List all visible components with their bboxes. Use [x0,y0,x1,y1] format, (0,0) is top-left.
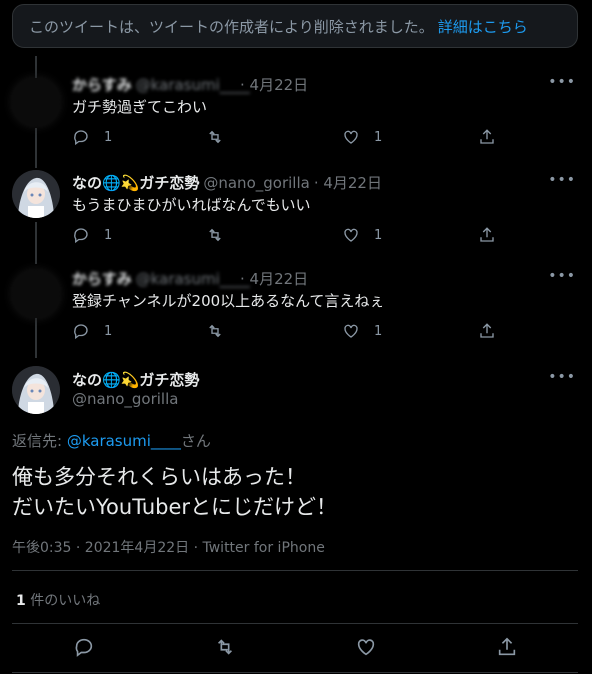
retweet-button[interactable] [214,636,236,662]
user-handle[interactable]: @nano_gorilla [203,174,309,192]
avatar[interactable] [12,366,60,414]
like-icon [357,639,375,656]
reply-mention-link[interactable]: @karasumi____ [67,432,181,450]
thread-line [35,318,37,358]
like-icon [344,324,358,338]
user-name[interactable]: なの🌐💫ガチ恋勢 [72,172,199,193]
more-icon[interactable]: ••• [548,172,576,188]
retweet-button[interactable] [206,226,224,244]
reply-button[interactable]: 1 [72,226,112,244]
user-name[interactable]: からすみ [72,74,132,95]
share-button[interactable] [478,226,496,244]
retweet-icon [217,639,233,655]
main-tweet-actions [0,636,592,660]
like-button[interactable]: 1 [342,226,382,244]
share-button[interactable] [478,322,496,340]
share-button[interactable] [478,128,496,146]
learn-more-link[interactable]: 詳細はこちら [438,16,528,37]
share-icon [498,637,516,656]
retweet-button[interactable] [206,128,224,146]
share-button[interactable] [496,636,518,662]
likes-label: 件のいいね [25,593,101,609]
user-handle[interactable]: @karasumi____ [136,270,250,288]
more-icon[interactable]: ••• [548,268,576,284]
retweet-icon [209,228,221,242]
reply-icon [74,130,88,146]
thread-line [35,56,37,78]
tweet-meta[interactable]: 午後0:35 · 2021年4月22日 · Twitter for iPhone [12,537,325,557]
user-handle[interactable]: @nano_gorilla [72,390,178,408]
more-icon[interactable]: ••• [548,369,576,385]
share-icon [480,227,494,242]
main-tweet-line1: 俺も多分それくらいはあった！ [12,465,306,489]
reply-button[interactable] [73,636,95,662]
user-name[interactable]: なの🌐💫ガチ恋勢 [72,369,199,390]
retweet-icon [209,324,221,338]
reply-button[interactable]: 1 [72,322,112,340]
avatar[interactable] [12,78,60,126]
retweet-button[interactable] [206,322,224,340]
tweet-text: ガチ勢過ぎてこわい [72,98,208,116]
like-button[interactable]: 1 [342,128,382,146]
like-count: 1 [374,323,383,339]
reply-count: 1 [104,227,113,243]
reply-button[interactable]: 1 [72,128,112,146]
like-count: 1 [374,227,383,243]
like-icon [344,228,358,242]
avatar-image [12,366,60,414]
reply-icon [74,324,88,340]
reply-suffix: さん [180,432,211,450]
tweet-date[interactable]: · 4月22日 [314,172,382,193]
reply-prefix: 返信先: [12,432,67,450]
like-count: 1 [374,129,383,145]
share-icon [480,129,494,144]
avatar-image [12,170,60,218]
tweet-actions: 1 1 [72,322,512,342]
tweet-text: 登録チャンネルが200以上あるなんて言えねぇ [72,292,385,310]
avatar[interactable] [12,170,60,218]
user-name[interactable]: からすみ [72,268,132,289]
reply-icon [74,228,88,244]
deleted-tweet-notice: このツイートは、ツイートの作成者により削除されました。 詳細はこちら [12,4,578,48]
thread-line [35,128,37,168]
divider [12,672,578,673]
reply-count: 1 [104,129,113,145]
main-tweet-line2: だいたいYouTuberとにじだけど！ [12,495,338,519]
tweet-date[interactable]: · 4月22日 [240,268,308,289]
reply-icon [75,638,93,657]
likes-count: 1 [16,593,26,609]
tweet-actions: 1 1 [72,226,512,246]
like-icon [344,130,358,144]
reply-count: 1 [104,323,113,339]
share-icon [480,323,494,338]
likes-summary[interactable]: 1 件のいいね [16,590,100,610]
user-handle[interactable]: @karasumi____ [136,76,250,94]
divider [12,570,578,571]
retweet-icon [209,130,221,144]
tweet-date[interactable]: · 4月22日 [240,74,308,95]
thread-line [35,222,37,264]
more-icon[interactable]: ••• [548,74,576,90]
main-tweet-text: 俺も多分それくらいはあった！ だいたいYouTuberとにじだけど！ [12,462,337,522]
deleted-notice-text: このツイートは、ツイートの作成者により削除されました。 [29,17,434,36]
like-button[interactable]: 1 [342,322,382,340]
like-button[interactable] [355,636,377,662]
tweet-text: もうまひまひがいればなんでもいい [72,196,311,214]
avatar[interactable] [12,270,60,318]
reply-to: 返信先: @karasumi____さん [12,430,211,451]
tweet-actions: 1 1 [72,128,512,148]
divider [12,623,578,624]
